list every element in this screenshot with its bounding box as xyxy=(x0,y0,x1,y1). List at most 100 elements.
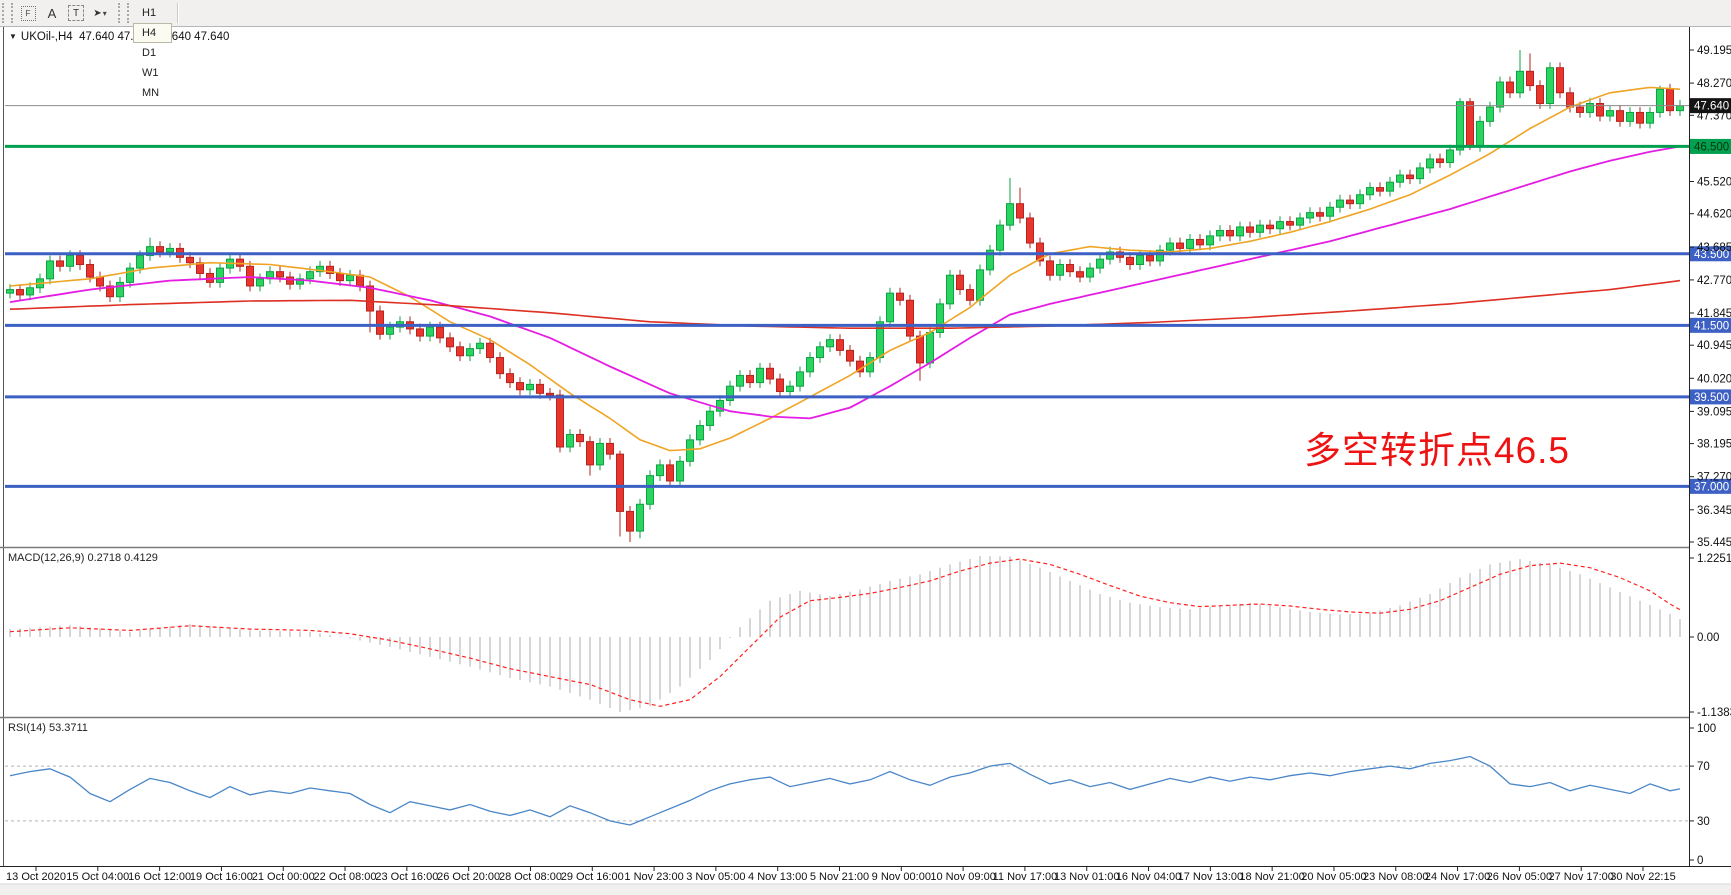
candle-body xyxy=(537,384,544,393)
candle-body xyxy=(1337,200,1344,207)
price-axis-label: 36.345 xyxy=(1697,505,1731,517)
candle-body xyxy=(1667,89,1674,110)
candle-body xyxy=(1237,227,1244,236)
arrow-tools-icon[interactable]: ➤▾ xyxy=(89,3,111,23)
time-axis-label: 11 Nov 17:00 xyxy=(993,871,1058,883)
candle-body xyxy=(607,443,614,454)
time-axis-label: 19 Oct 16:00 xyxy=(190,871,253,883)
timeframe-button-h1[interactable]: H1 xyxy=(133,3,172,23)
candle-body xyxy=(837,340,844,351)
letter-t-glyph: T xyxy=(68,5,84,21)
candle-body xyxy=(597,443,604,464)
candle-body xyxy=(997,225,1004,250)
rsi-axis-label: 100 xyxy=(1697,723,1716,735)
text-label-icon[interactable]: T xyxy=(65,3,87,23)
price-axis-label: 44.620 xyxy=(1697,209,1731,221)
candle-body xyxy=(587,442,594,465)
rsi-name: RSI(14) xyxy=(8,722,46,734)
rsi-value: 53.3711 xyxy=(49,722,88,734)
time-axis-label: 30 Nov 22:15 xyxy=(1610,871,1675,883)
candle-body xyxy=(1457,102,1464,150)
candle-body xyxy=(1307,213,1314,218)
price-axis-label: 48.270 xyxy=(1697,78,1731,90)
candle-body xyxy=(1097,259,1104,268)
candle-body xyxy=(117,282,124,296)
candle-body xyxy=(1167,243,1174,250)
timeframe-bar: M1M5M15M30H1H4D1W1MN xyxy=(132,0,173,103)
toolbar-grip-2[interactable] xyxy=(118,3,129,23)
price-badge-label: 39.500 xyxy=(1694,392,1729,404)
candle-body xyxy=(1387,182,1394,191)
candle-body xyxy=(1477,121,1484,146)
price-axis-label: 47.370 xyxy=(1697,110,1731,122)
candle-body xyxy=(457,347,464,356)
time-axis-label: 26 Nov 05:00 xyxy=(1487,871,1552,883)
candle-body xyxy=(357,275,364,286)
macd-axis-label: 1.2251 xyxy=(1697,553,1731,565)
candle-body xyxy=(1397,175,1404,182)
candle-body xyxy=(437,327,444,338)
chart-annotation-text: 多空转折点46.5 xyxy=(1304,420,1570,474)
candle-body xyxy=(577,434,584,441)
rsi-indicator-label: RSI(14) 53.3711 xyxy=(8,722,88,734)
candle-body xyxy=(1557,68,1564,93)
candle-body xyxy=(1607,111,1614,116)
candle-body xyxy=(617,454,624,511)
candle-body xyxy=(77,256,84,265)
candle-body xyxy=(27,288,34,295)
price-badge-label: 41.500 xyxy=(1694,320,1729,332)
status-strip xyxy=(0,884,1731,895)
candle-body xyxy=(347,275,354,280)
candle-body xyxy=(807,358,814,372)
candle-body xyxy=(127,268,134,282)
macd-values: 0.2718 0.4129 xyxy=(87,552,157,564)
candle-body xyxy=(497,358,504,374)
candle-body xyxy=(1637,112,1644,123)
indicator-grid-icon[interactable]: F xyxy=(17,3,39,23)
candle-body xyxy=(517,383,524,390)
collapse-arrow-icon[interactable]: ▼ xyxy=(9,32,17,41)
candle-body xyxy=(667,465,674,481)
candle-body xyxy=(377,311,384,334)
candle-body xyxy=(1147,256,1154,261)
candle-body xyxy=(677,461,684,481)
text-annotation-icon[interactable]: A xyxy=(41,3,63,23)
candle-body xyxy=(287,277,294,284)
time-axis-label: 17 Nov 13:00 xyxy=(1178,871,1243,883)
candle-body xyxy=(1257,225,1264,232)
candle-body xyxy=(387,327,394,334)
candle-body xyxy=(967,290,974,301)
candle-body xyxy=(1467,102,1474,147)
candle-body xyxy=(1247,227,1254,232)
candle-body xyxy=(1367,188,1374,195)
candle-body xyxy=(137,256,144,269)
candle-body xyxy=(927,332,934,362)
candle-body xyxy=(1617,111,1624,122)
timeframe-button-w1[interactable]: W1 xyxy=(133,63,172,83)
candle-body xyxy=(697,426,704,440)
candle-body xyxy=(97,277,104,286)
timeframe-button-h4[interactable]: H4 xyxy=(133,23,172,43)
time-axis-label: 13 Nov 01:00 xyxy=(1054,871,1119,883)
arrow-glyph: ➤ xyxy=(93,8,101,19)
candle-body xyxy=(737,375,744,386)
timeframe-button-mn[interactable]: MN xyxy=(133,83,172,103)
price-axis-label: 38.195 xyxy=(1697,439,1731,451)
candle-body xyxy=(567,434,574,447)
macd-name: MACD(12,26,9) xyxy=(8,552,84,564)
candle-body xyxy=(787,386,794,391)
candle-body xyxy=(1547,68,1554,104)
rsi-axis-label: 70 xyxy=(1697,761,1710,773)
candle-body xyxy=(547,393,554,395)
candle-body xyxy=(157,247,164,252)
time-axis-label: 23 Nov 08:00 xyxy=(1363,871,1428,883)
timeframe-button-d1[interactable]: D1 xyxy=(133,43,172,63)
time-axis-label: 29 Oct 16:00 xyxy=(561,871,624,883)
toolbar-grip[interactable] xyxy=(2,3,13,23)
candle-body xyxy=(1677,106,1684,111)
candle-body xyxy=(1347,200,1354,204)
candle-body xyxy=(427,327,434,336)
time-axis-label: 10 Nov 09:00 xyxy=(930,871,995,883)
candle-body xyxy=(1427,159,1434,168)
candle-body xyxy=(487,343,494,357)
